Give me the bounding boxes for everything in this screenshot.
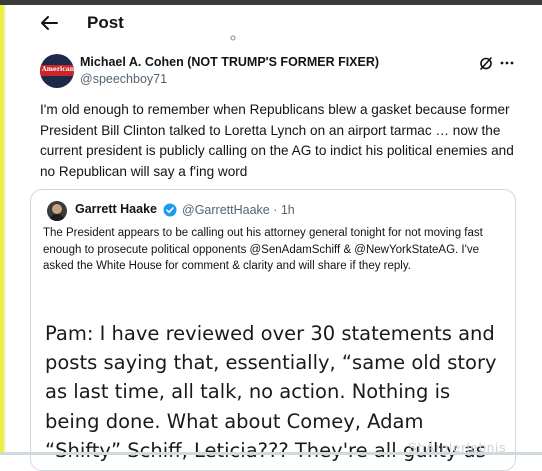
quoted-author-handle-time: @GarrettHaake · 1h xyxy=(182,203,295,217)
author-handle[interactable]: @speechboy71 xyxy=(80,72,167,86)
post-text: I'm old enough to remember when Republic… xyxy=(40,102,514,179)
more-options-icon[interactable] xyxy=(499,55,515,71)
verified-badge-icon xyxy=(163,203,177,217)
page-header: Post xyxy=(0,5,542,41)
page-title: Post xyxy=(87,13,124,32)
grok-icon[interactable] xyxy=(478,55,494,71)
author-name[interactable]: Michael A. Cohen (NOT TRUMP'S FORMER FIX… xyxy=(80,55,379,69)
quoted-author-avatar xyxy=(47,201,67,221)
left-accent-bar-inner xyxy=(4,5,6,455)
back-button[interactable] xyxy=(38,13,60,33)
quoted-author-name: Garrett Haake xyxy=(75,202,157,216)
avatar-text: American xyxy=(42,66,74,73)
quoted-post-text: The President appears to be calling out … xyxy=(43,227,483,273)
quoted-post[interactable]: Garrett Haake @GarrettHaake · 1h The Pre… xyxy=(30,189,516,471)
author-avatar[interactable]: American xyxy=(40,54,74,88)
cursor-icon xyxy=(230,35,236,41)
arrow-left-icon xyxy=(41,16,58,30)
